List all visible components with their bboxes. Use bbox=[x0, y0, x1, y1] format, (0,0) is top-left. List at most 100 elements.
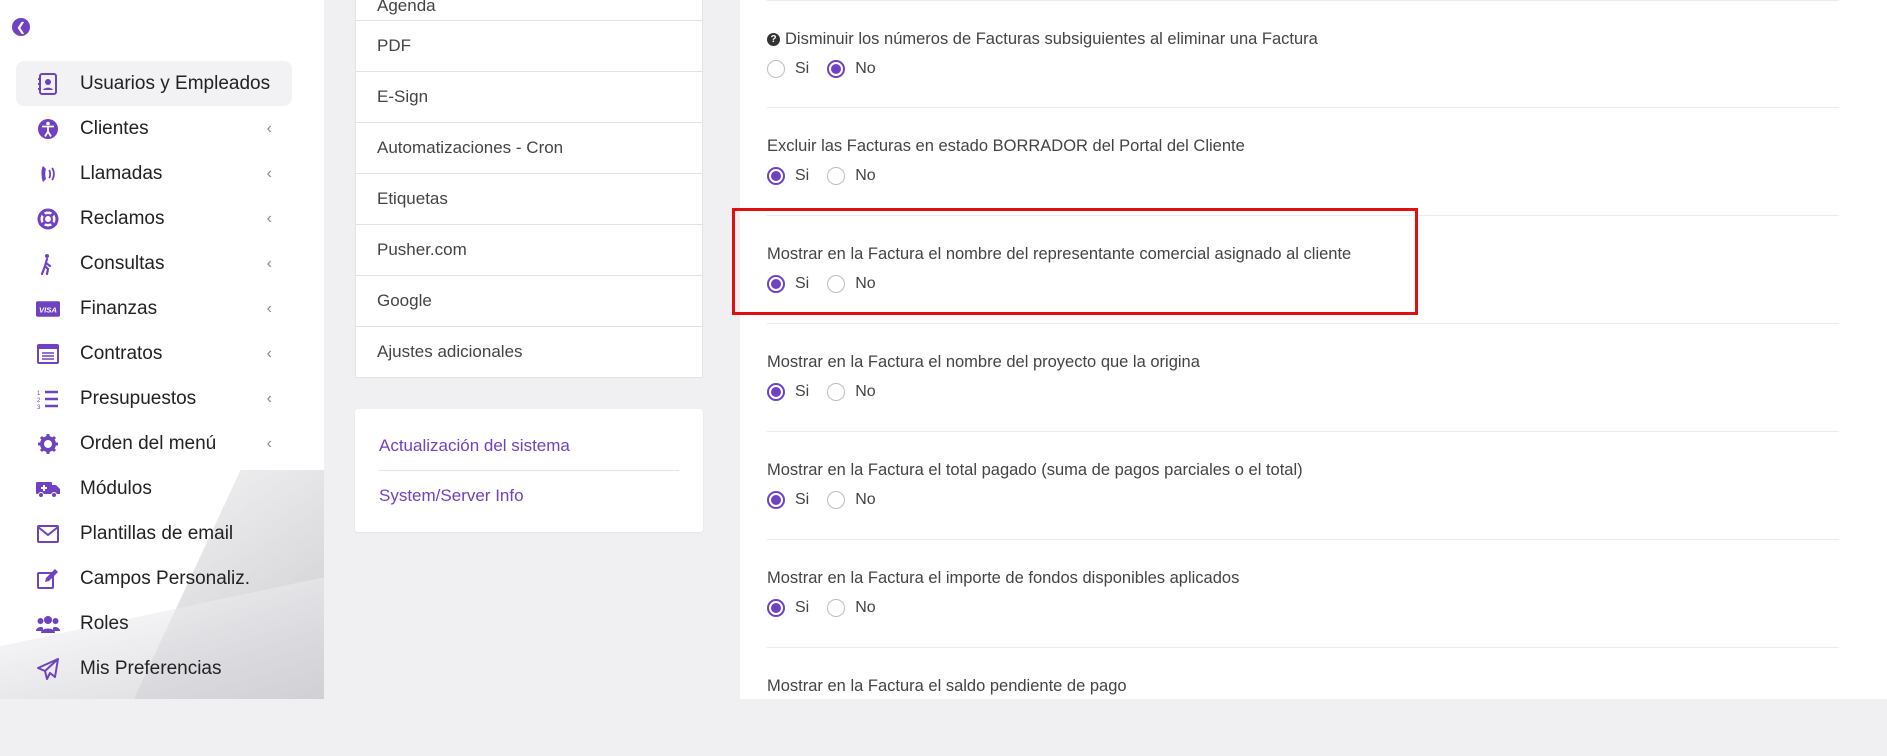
setting-question: Excluir las Facturas en estado BORRADOR … bbox=[767, 136, 1245, 155]
settings-list: ? Disminuir los números de Facturas subs… bbox=[767, 0, 1839, 756]
sidebar-item-presupuestos[interactable]: 123 Presupuestos ‹ bbox=[16, 376, 292, 421]
setting-row: Mostrar en la Factura el total pagado (s… bbox=[767, 432, 1839, 540]
visa-card-icon: VISA bbox=[36, 297, 60, 321]
radio-no[interactable]: No bbox=[827, 383, 876, 401]
chevron-left-icon: ‹ bbox=[266, 254, 272, 272]
sidebar-item-label: Clientes bbox=[80, 117, 149, 139]
sidebar-item-clientes[interactable]: Clientes ‹ bbox=[16, 106, 292, 151]
accessibility-icon bbox=[36, 117, 60, 141]
radio-circle[interactable] bbox=[767, 599, 785, 617]
radio-circle[interactable] bbox=[827, 599, 846, 617]
radio-label: Si bbox=[795, 383, 810, 400]
radio-no[interactable]: No bbox=[827, 167, 876, 185]
setting-question: Mostrar en la Factura el importe de fond… bbox=[767, 568, 1240, 587]
system-update-link[interactable]: Actualización del sistema bbox=[379, 421, 679, 470]
radio-label: No bbox=[855, 167, 876, 184]
svg-text:3: 3 bbox=[37, 405, 41, 409]
radio-circle[interactable] bbox=[767, 383, 785, 401]
chevron-left-icon: ‹ bbox=[266, 389, 272, 407]
chevron-left-icon: ‹ bbox=[266, 119, 272, 137]
radio-circle[interactable] bbox=[827, 383, 846, 401]
radio-group: Si No bbox=[767, 383, 1839, 401]
system-links-card: Actualización del sistema System/Server … bbox=[355, 409, 703, 532]
menu-item-automatizaciones-cron[interactable]: Automatizaciones - Cron bbox=[356, 122, 702, 173]
radio-circle[interactable] bbox=[827, 275, 846, 293]
settings-menu-column: Agenda PDF E-Sign Automatizaciones - Cro… bbox=[355, 0, 703, 532]
sidebar-item-campos-personaliz[interactable]: Campos Personaliz. bbox=[16, 556, 292, 601]
sidebar-item-contratos[interactable]: Contratos ‹ bbox=[16, 331, 292, 376]
menu-item-google[interactable]: Google bbox=[356, 275, 702, 326]
radio-yes[interactable]: Si bbox=[767, 275, 809, 293]
radio-label: No bbox=[855, 60, 876, 77]
sidebar-item-roles[interactable]: Roles bbox=[16, 601, 292, 646]
sidebar-item-mis-preferencias[interactable]: Mis Preferencias bbox=[16, 646, 292, 691]
radio-no[interactable]: No bbox=[827, 60, 876, 78]
server-info-link[interactable]: System/Server Info bbox=[379, 470, 679, 520]
radio-circle[interactable] bbox=[827, 491, 846, 509]
chevron-left-icon: ‹ bbox=[266, 344, 272, 362]
radio-circle[interactable] bbox=[827, 60, 846, 78]
sidebar-item-reclamos[interactable]: Reclamos ‹ bbox=[16, 196, 292, 241]
sidebar-item-modulos[interactable]: Módulos bbox=[16, 466, 292, 511]
sidebar-item-label: Mis Preferencias bbox=[80, 657, 222, 679]
radio-yes[interactable]: Si bbox=[767, 383, 809, 401]
radio-no[interactable]: No bbox=[827, 491, 876, 509]
gear-icon bbox=[36, 432, 60, 456]
radio-no[interactable]: No bbox=[827, 599, 876, 617]
setting-row: Mostrar en la Factura el nombre del proy… bbox=[767, 324, 1839, 432]
setting-row: Mostrar en la Factura el saldo pendiente… bbox=[767, 648, 1839, 756]
menu-item-ajustes-adicionales[interactable]: Ajustes adicionales bbox=[356, 326, 702, 377]
life-ring-icon bbox=[36, 207, 60, 231]
radio-yes[interactable]: Si bbox=[767, 491, 809, 509]
setting-question: Mostrar en la Factura el nombre del proy… bbox=[767, 352, 1200, 371]
ambulance-icon bbox=[36, 477, 60, 501]
radio-circle[interactable] bbox=[767, 491, 785, 509]
settings-menu: Agenda PDF E-Sign Automatizaciones - Cro… bbox=[355, 0, 703, 378]
radio-group: Si No bbox=[767, 60, 1839, 78]
setting-question: Mostrar en la Factura el nombre del repr… bbox=[767, 244, 1352, 263]
sidebar-item-label: Presupuestos bbox=[80, 387, 197, 409]
setting-question: Mostrar en la Factura el total pagado (s… bbox=[767, 460, 1303, 479]
envelope-icon bbox=[36, 522, 60, 546]
menu-item-agenda[interactable]: Agenda bbox=[356, 0, 702, 20]
sidebar-item-consultas[interactable]: Consultas ‹ bbox=[16, 241, 292, 286]
sidebar-item-plantillas-email[interactable]: Plantillas de email bbox=[16, 511, 292, 556]
radio-yes[interactable]: Si bbox=[767, 60, 809, 78]
sidebar-item-label: Campos Personaliz. bbox=[80, 567, 251, 589]
radio-no[interactable]: No bbox=[827, 275, 876, 293]
radio-circle[interactable] bbox=[767, 167, 785, 185]
list-alt-icon bbox=[36, 342, 60, 366]
users-icon bbox=[36, 612, 60, 636]
radio-label: Si bbox=[795, 275, 810, 292]
question-circle-icon[interactable]: ? bbox=[767, 32, 780, 46]
setting-row: ? Disminuir los números de Facturas subs… bbox=[767, 0, 1839, 108]
sidebar-item-usuarios[interactable]: Usuarios y Empleados bbox=[16, 61, 292, 106]
menu-item-etiquetas[interactable]: Etiquetas bbox=[356, 173, 702, 224]
radio-circle[interactable] bbox=[827, 167, 846, 185]
svg-text:2: 2 bbox=[37, 398, 41, 404]
radio-circle[interactable] bbox=[767, 275, 785, 293]
radio-group: Si No bbox=[767, 491, 1839, 509]
collapse-sidebar-icon[interactable]: ❮ bbox=[12, 18, 30, 36]
sidebar-item-finanzas[interactable]: VISA Finanzas ‹ bbox=[16, 286, 292, 331]
radio-group: Si No bbox=[767, 275, 1839, 293]
sidebar-item-label: Orden del menú bbox=[80, 432, 217, 454]
setting-question-text: Disminuir los números de Facturas subsig… bbox=[785, 29, 1318, 48]
radio-group: Si No bbox=[767, 599, 1839, 617]
radio-yes[interactable]: Si bbox=[767, 167, 809, 185]
sidebar-item-label: Finanzas bbox=[80, 297, 158, 319]
menu-item-pdf[interactable]: PDF bbox=[356, 20, 702, 71]
radio-yes[interactable]: Si bbox=[767, 599, 809, 617]
sidebar-item-label: Roles bbox=[80, 612, 129, 634]
menu-item-pusher[interactable]: Pusher.com bbox=[356, 224, 702, 275]
sidebar-item-orden-menu[interactable]: Orden del menú ‹ bbox=[16, 421, 292, 466]
radio-circle[interactable] bbox=[767, 60, 785, 78]
sidebar-item-label: Módulos bbox=[80, 477, 152, 499]
menu-item-esign[interactable]: E-Sign bbox=[356, 71, 702, 122]
menu-item-label: Agenda bbox=[377, 0, 436, 15]
sidebar-item-llamadas[interactable]: Llamadas ‹ bbox=[16, 151, 292, 196]
paper-plane-icon bbox=[36, 657, 60, 681]
chevron-left-icon: ‹ bbox=[266, 299, 272, 317]
radio-label: No bbox=[855, 491, 876, 508]
contact-card-icon bbox=[36, 72, 60, 96]
